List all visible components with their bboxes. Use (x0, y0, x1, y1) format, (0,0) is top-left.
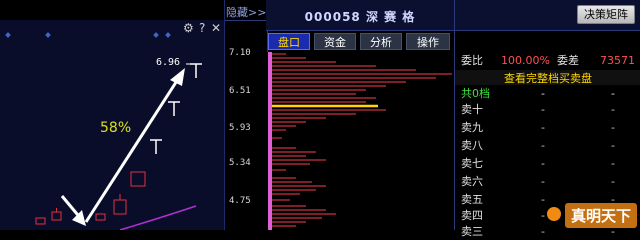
order-row-value: - (541, 103, 545, 116)
order-row-value: - (541, 193, 545, 206)
tab-strip: 盘口 资金 分析 操作 (266, 33, 454, 51)
candle (113, 199, 127, 215)
doji-mark (150, 139, 162, 154)
percent-label: 58% (100, 120, 132, 136)
order-row: 卖十 - - (461, 102, 635, 117)
hide-button[interactable]: 隐藏>> (226, 4, 266, 20)
candle (130, 171, 146, 187)
order-row-value: - (611, 139, 615, 152)
order-row-value: - (541, 209, 545, 222)
order-row-value: - (541, 225, 545, 238)
volume-profile (266, 52, 454, 230)
watermark-logo: 真明天下 (546, 203, 637, 228)
order-row-value: - (611, 103, 615, 116)
order-row-label: 卖七 (461, 157, 483, 170)
order-row-value: - (611, 157, 615, 170)
order-row-label: 共0档 (461, 87, 490, 100)
full-book-link[interactable]: 查看完整档买卖盘 (455, 70, 640, 85)
order-row-label: 卖八 (461, 139, 483, 152)
price-tick: 5.34 (229, 158, 251, 168)
order-row-label: 卖四 (461, 209, 483, 222)
doji-mark (168, 101, 180, 116)
price-tick: 4.75 (229, 196, 251, 206)
order-row-label: 卖三 (461, 225, 483, 238)
kline-chart (35, 63, 202, 230)
arrow-head (170, 68, 185, 86)
doji-mark (190, 63, 202, 78)
moving-average-line (119, 205, 197, 230)
order-row: 卖九 - - (461, 120, 635, 135)
trend-arrow (84, 75, 182, 223)
stock-title: 000058 深 赛 格 (304, 10, 416, 24)
candle (51, 211, 62, 221)
order-row-value: - (611, 175, 615, 188)
volume-profile-bars (268, 52, 452, 230)
price-tick: 5.93 (229, 123, 251, 133)
decision-matrix-button[interactable]: 决策矩阵 (577, 5, 635, 24)
price-axis: 7.10 6.51 5.93 5.34 4.75 (224, 0, 268, 230)
order-book-header: 决策矩阵 (455, 0, 640, 31)
order-row-value: - (541, 121, 545, 134)
order-row-value: - (541, 139, 545, 152)
order-row-label: 卖九 (461, 121, 483, 134)
order-row-value: - (611, 87, 615, 100)
tab-operation[interactable]: 操作 (406, 33, 450, 50)
tab-funds[interactable]: 资金 (314, 33, 356, 50)
order-row: 共0档 - - (461, 86, 635, 101)
order-row: 卖六 - - (461, 174, 635, 189)
stock-title-bar: 000058 深 赛 格 (266, 0, 454, 31)
price-label: 6.96 (156, 57, 181, 68)
committee-ratio-row: 委比 100.00% 委差 73571 (461, 53, 637, 68)
ratio-label: 委比 (461, 54, 483, 67)
order-row-value: - (541, 175, 545, 188)
price-tick: 7.10 (229, 48, 251, 58)
order-row: 卖七 - - (461, 156, 635, 171)
candle (95, 213, 106, 221)
candle (35, 217, 46, 225)
order-row-label: 卖十 (461, 103, 483, 116)
order-book-panel: 决策矩阵 委比 100.00% 委差 73571 查看完整档买卖盘 共0档 - … (454, 0, 640, 238)
tab-handicap[interactable]: 盘口 (268, 33, 310, 50)
price-tick: 6.51 (229, 86, 251, 96)
order-row: 卖八 - - (461, 138, 635, 153)
order-row-value: - (541, 87, 545, 100)
order-row-label: 卖五 (461, 193, 483, 206)
diff-value: 73571 (600, 54, 635, 67)
order-row-value: - (611, 121, 615, 134)
profile-axis-bar (268, 52, 272, 230)
tab-analysis[interactable]: 分析 (360, 33, 402, 50)
order-row-value: - (541, 157, 545, 170)
order-row-label: 卖六 (461, 175, 483, 188)
ratio-value: 100.00% (501, 54, 550, 67)
kline-chart-panel[interactable]: ⚙ ? ✕ 58% 6.96 (0, 0, 224, 230)
diff-label: 委差 (557, 54, 579, 67)
